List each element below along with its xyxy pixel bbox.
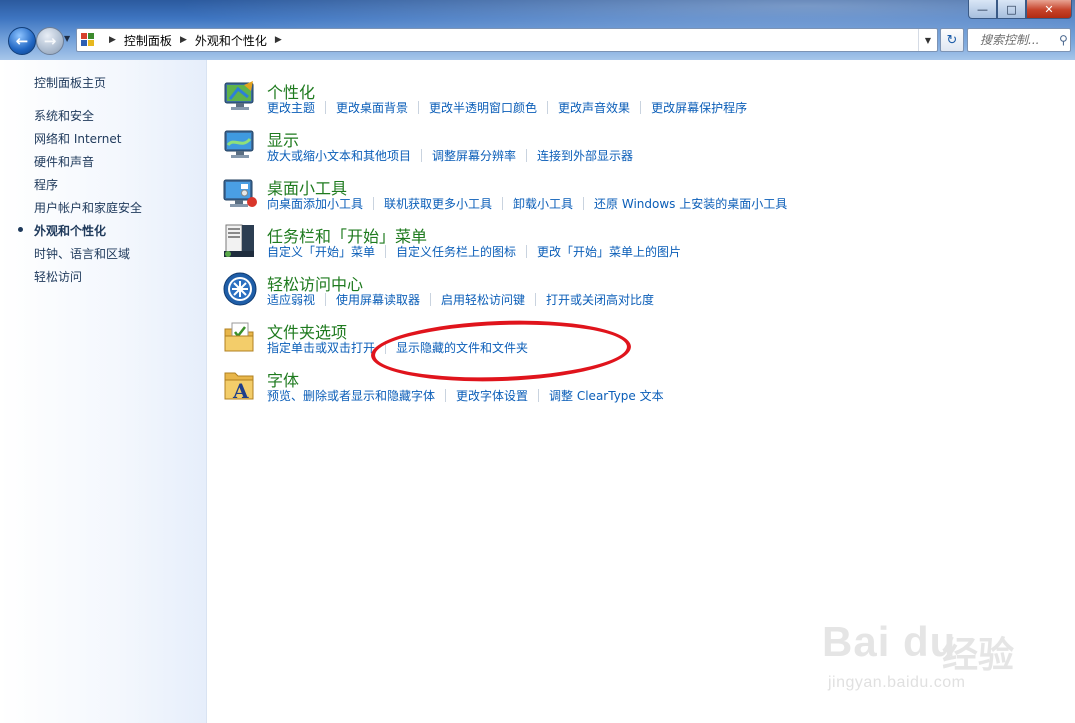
link-divider: [445, 389, 447, 402]
category-links: 放大或缩小文本和其他项目 调整屏幕分辨率 连接到外部显示器: [267, 147, 633, 164]
search-icon[interactable]: ⚲: [1059, 33, 1068, 47]
link-text-size[interactable]: 放大或缩小文本和其他项目: [267, 147, 411, 164]
refresh-button[interactable]: ↻: [940, 28, 964, 52]
category-links: 向桌面添加小工具 联机获取更多小工具 卸载小工具 还原 Windows 上安装的…: [267, 195, 787, 212]
close-button[interactable]: ✕: [1026, 0, 1072, 19]
link-divider: [502, 197, 504, 210]
left-nav-panel: 控制面板主页 系统和安全 网络和 Internet 硬件和声音 程序 用户帐户和…: [0, 60, 207, 723]
link-change-sounds[interactable]: 更改声音效果: [558, 99, 630, 116]
watermark-logo: Bai du: [822, 618, 957, 665]
link-divider: [547, 101, 549, 114]
link-divider: [535, 293, 537, 306]
sidebar-item-user-accounts[interactable]: 用户帐户和家庭安全: [34, 199, 142, 216]
sidebar-item-home[interactable]: 控制面板主页: [34, 74, 106, 91]
link-single-double-click[interactable]: 指定单击或双击打开: [267, 339, 375, 356]
category-links: 更改主题 更改桌面背景 更改半透明窗口颜色 更改声音效果 更改屏幕保护程序: [267, 99, 747, 116]
forward-button[interactable]: →: [36, 27, 64, 55]
link-divider: [421, 149, 423, 162]
breadcrumb-chevron-icon[interactable]: ▶: [180, 35, 187, 45]
link-low-vision[interactable]: 适应弱视: [267, 291, 315, 308]
search-box[interactable]: ⚲: [967, 28, 1071, 52]
sidebar-item-clock-language[interactable]: 时钟、语言和区域: [34, 245, 130, 262]
link-add-gadgets[interactable]: 向桌面添加小工具: [267, 195, 363, 212]
gadgets-icon: [223, 179, 257, 207]
link-screen-reader[interactable]: 使用屏幕读取器: [336, 291, 420, 308]
baidu-watermark: Bai du 经验 jingyan.baidu.com: [822, 604, 1062, 704]
link-screen-resolution[interactable]: 调整屏幕分辨率: [432, 147, 516, 164]
minimize-button[interactable]: —: [968, 0, 997, 19]
link-font-settings[interactable]: 更改字体设置: [456, 387, 528, 404]
link-uninstall-gadget[interactable]: 卸载小工具: [513, 195, 573, 212]
recent-pages-dropdown[interactable]: ▼: [64, 34, 70, 43]
breadcrumb-control-panel[interactable]: 控制面板: [124, 32, 172, 49]
link-divider: [640, 101, 642, 114]
sidebar-item-system-security[interactable]: 系统和安全: [34, 107, 94, 124]
link-divider: [526, 245, 528, 258]
window-controls: — □ ✕: [968, 0, 1072, 19]
sidebar-item-network[interactable]: 网络和 Internet: [34, 130, 121, 147]
category-links: 预览、删除或者显示和隐藏字体 更改字体设置 调整 ClearType 文本: [267, 387, 664, 404]
watermark-url: jingyan.baidu.com: [828, 674, 966, 691]
address-dropdown-button[interactable]: ▼: [918, 29, 937, 51]
link-change-start-picture[interactable]: 更改「开始」菜单上的图片: [537, 243, 681, 260]
folder-options-icon: [224, 322, 254, 352]
sidebar-item-ease-of-access[interactable]: 轻松访问: [34, 268, 82, 285]
personalization-icon: [224, 81, 254, 110]
breadcrumb-appearance[interactable]: 外观和个性化: [195, 32, 267, 49]
link-external-display[interactable]: 连接到外部显示器: [537, 147, 633, 164]
svg-text:A: A: [232, 379, 249, 403]
control-panel-icon: [81, 33, 97, 47]
link-divider: [385, 245, 387, 258]
link-show-hidden-files[interactable]: 显示隐藏的文件和文件夹: [396, 339, 528, 356]
link-divider: [325, 101, 327, 114]
link-divider: [583, 197, 585, 210]
link-divider: [385, 341, 387, 354]
link-divider: [325, 293, 327, 306]
link-customize-taskbar-icons[interactable]: 自定义任务栏上的图标: [396, 243, 516, 260]
ease-of-access-icon: [223, 272, 257, 306]
category-links: 适应弱视 使用屏幕读取器 启用轻松访问键 打开或关闭高对比度: [267, 291, 654, 308]
link-restore-gadgets[interactable]: 还原 Windows 上安装的桌面小工具: [594, 195, 787, 212]
refresh-icon: ↻: [946, 32, 958, 48]
category-links: 指定单击或双击打开 显示隐藏的文件和文件夹: [267, 339, 528, 356]
fonts-icon: A: [224, 372, 254, 403]
breadcrumb-chevron-icon[interactable]: ▶: [109, 35, 116, 45]
maximize-button[interactable]: □: [997, 0, 1026, 19]
link-divider: [538, 389, 540, 402]
link-cleartype[interactable]: 调整 ClearType 文本: [549, 387, 664, 404]
category-links: 自定义「开始」菜单 自定义任务栏上的图标 更改「开始」菜单上的图片: [267, 243, 681, 260]
back-button[interactable]: ←: [8, 27, 36, 55]
link-high-contrast[interactable]: 打开或关闭高对比度: [546, 291, 654, 308]
sidebar-item-hardware-sound[interactable]: 硬件和声音: [34, 153, 94, 170]
link-access-keys[interactable]: 启用轻松访问键: [441, 291, 525, 308]
address-bar[interactable]: ▶ 控制面板 ▶ 外观和个性化 ▶ ▼: [76, 28, 938, 52]
link-change-background[interactable]: 更改桌面背景: [336, 99, 408, 116]
link-change-theme[interactable]: 更改主题: [267, 99, 315, 116]
link-get-more-gadgets[interactable]: 联机获取更多小工具: [384, 195, 492, 212]
watermark-text: 经验: [942, 635, 1015, 676]
taskbar-icon: [224, 224, 254, 257]
link-divider: [430, 293, 432, 306]
arrow-right-icon: →: [43, 32, 57, 50]
breadcrumb-chevron-icon[interactable]: ▶: [275, 35, 282, 45]
search-input[interactable]: [978, 32, 1058, 48]
current-item-bullet-icon: [18, 227, 23, 232]
link-divider: [373, 197, 375, 210]
sidebar-item-programs[interactable]: 程序: [34, 176, 58, 193]
link-change-glass-color[interactable]: 更改半透明窗口颜色: [429, 99, 537, 116]
sidebar-item-appearance[interactable]: 外观和个性化: [34, 222, 106, 239]
display-icon: [224, 130, 254, 158]
arrow-left-icon: ←: [15, 32, 29, 50]
link-divider: [418, 101, 420, 114]
link-change-screensaver[interactable]: 更改屏幕保护程序: [651, 99, 747, 116]
link-customize-start-menu[interactable]: 自定义「开始」菜单: [267, 243, 375, 260]
link-divider: [526, 149, 528, 162]
link-preview-fonts[interactable]: 预览、删除或者显示和隐藏字体: [267, 387, 435, 404]
